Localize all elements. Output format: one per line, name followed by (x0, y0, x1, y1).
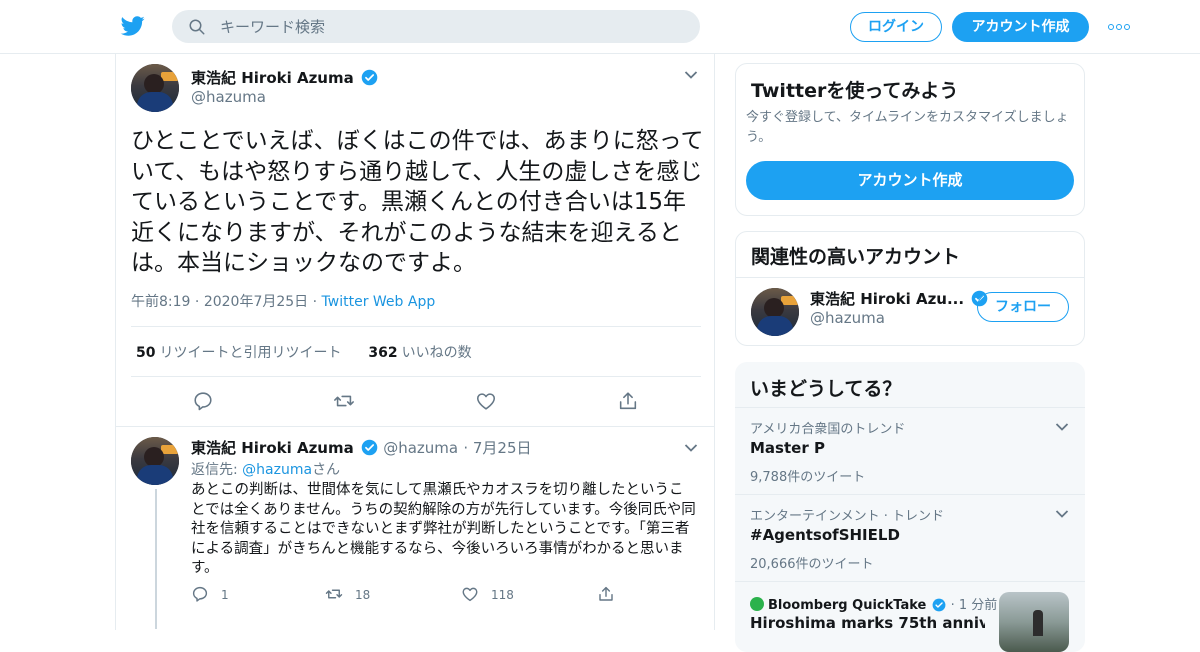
related-account-name-text: 東浩紀 Hiroki Azu... (810, 290, 965, 308)
heart-icon (476, 393, 496, 410)
signup-card: Twitterを使ってみよう 今すぐ登録して、タイムラインをカスタマイズしましょ… (735, 63, 1085, 216)
more-dots-icon[interactable] (1108, 24, 1130, 30)
verified-badge-icon (361, 439, 378, 456)
trend-context: アメリカ合衆国のトレンド (750, 422, 906, 437)
reply-author[interactable]: 東浩紀 Hiroki Azuma @hazuma · 7月25日 (191, 437, 532, 458)
avatar[interactable] (131, 64, 179, 112)
author-name[interactable]: 東浩紀 Hiroki Azuma (191, 69, 354, 87)
reply-date[interactable]: 7月25日 (473, 439, 532, 457)
related-account-handle[interactable]: @hazuma (810, 309, 885, 327)
trend-name: #AgentsofSHIELD (750, 526, 900, 544)
tweet-author[interactable]: 東浩紀 Hiroki Azuma (191, 67, 378, 88)
verified-badge-icon (933, 598, 946, 612)
author-name[interactable]: 東浩紀 Hiroki Azuma (191, 439, 354, 457)
likes-label: いいねの数 (401, 345, 472, 361)
search-box[interactable] (172, 10, 700, 43)
author-handle[interactable]: @hazuma (383, 439, 458, 457)
main-timeline: 東浩紀 Hiroki Azuma @hazuma ひとことでいえば、ぼくはこの件… (115, 54, 715, 630)
reply-like-button[interactable]: 118 (461, 585, 514, 603)
divider (131, 376, 701, 377)
share-button[interactable] (617, 390, 639, 412)
search-input[interactable] (220, 10, 680, 43)
chevron-down-icon[interactable] (1055, 422, 1069, 432)
news-thumbnail (999, 592, 1069, 652)
retweet-count: 18 (355, 588, 371, 602)
retweets-stat[interactable]: 50 リツイートと引用リツイート (136, 345, 341, 361)
signup-card-description: 今すぐ登録して、タイムラインをカスタマイズしましょう。 (746, 110, 1069, 145)
reply-to-suffix: さん (312, 462, 341, 478)
thread-line (155, 489, 157, 629)
retweet-icon (325, 589, 343, 599)
author-handle[interactable]: @hazuma (191, 88, 266, 106)
reply-icon (194, 392, 212, 411)
related-accounts-title: 関連性の高いアカウント (751, 246, 961, 268)
follow-button[interactable]: フォロー (977, 292, 1069, 322)
related-account-name[interactable]: 東浩紀 Hiroki Azu... (810, 288, 988, 309)
retweets-count: 50 (136, 345, 156, 361)
news-source: Bloomberg QuickTake · 1 分前 (750, 594, 997, 613)
retweet-button[interactable] (333, 390, 355, 412)
tweet-source-link[interactable]: Twitter Web App (322, 294, 436, 310)
share-icon (599, 586, 613, 601)
news-item[interactable]: Bloomberg QuickTake · 1 分前 Hiroshima mar… (735, 581, 1085, 652)
chevron-down-icon[interactable] (1055, 509, 1069, 519)
tweet-text: ひとことでいえば、ぼくはこの件では、あまりに怒っていて、もはや怒りすら通り越して… (131, 128, 704, 276)
avatar[interactable] (131, 437, 179, 485)
verified-badge-icon (361, 69, 378, 86)
trends-title: いまどうしてる？ (750, 378, 902, 400)
likes-count: 362 (368, 345, 398, 361)
trend-context: エンターテインメント · トレンド (750, 509, 945, 524)
reply-count: 1 (221, 588, 229, 602)
tweet-meta: 午前8:19 · 2020年7月25日 · Twitter Web App (131, 294, 436, 310)
retweet-icon (334, 395, 354, 407)
trend-item[interactable]: エンターテインメント · トレンド #AgentsofSHIELD 20,666… (735, 494, 1085, 581)
avatar[interactable] (751, 288, 799, 336)
trend-name: Master P (750, 439, 825, 457)
twitter-bird-icon[interactable] (120, 14, 146, 38)
divider (736, 277, 1084, 278)
reply-tweet[interactable]: 東浩紀 Hiroki Azuma @hazuma · 7月25日 返信先: @h… (116, 426, 714, 630)
tweet-date[interactable]: 2020年7月25日 (204, 294, 308, 310)
news-headline: Hiroshima marks 75th anniversary (750, 614, 985, 632)
like-count: 118 (491, 588, 514, 602)
trend-item[interactable]: アメリカ合衆国のトレンド Master P 9,788件のツイート (735, 407, 1085, 494)
chevron-down-icon[interactable] (684, 70, 698, 80)
trend-count: 20,666件のツイート (750, 557, 874, 572)
login-button[interactable]: ログイン (850, 12, 942, 42)
reply-to-prefix: 返信先: (191, 462, 243, 478)
news-source-name: Bloomberg QuickTake (768, 598, 927, 613)
trends-card: いまどうしてる？ アメリカ合衆国のトレンド Master P 9,788件のツイ… (735, 362, 1085, 652)
retweets-label: リツイートと引用リツイート (159, 345, 342, 361)
reply-button[interactable] (192, 390, 214, 412)
top-bar: ログイン アカウント作成 (0, 0, 1200, 54)
signup-card-button[interactable]: アカウント作成 (746, 161, 1074, 200)
share-icon (619, 392, 637, 410)
heart-icon (462, 587, 478, 602)
reply-to-line: 返信先: @hazumaさん (191, 459, 340, 479)
like-button[interactable] (475, 390, 497, 412)
search-icon (189, 19, 205, 35)
signup-card-title: Twitterを使ってみよう (751, 80, 959, 102)
reply-to-handle[interactable]: @hazuma (242, 462, 312, 478)
tweet-time[interactable]: 午前8:19 (131, 294, 190, 310)
reply-icon (192, 586, 208, 602)
reply-share-button[interactable] (597, 585, 627, 603)
trend-count: 9,788件のツイート (750, 470, 866, 485)
tweet-stats: 50 リツイートと引用リツイート 362 いいねの数 (136, 342, 472, 362)
reply-text: あとこの判断は、世間体を気にして黒瀬氏やカオスラを切り離したということでは全くあ… (191, 482, 696, 576)
reply-retweet-button[interactable]: 18 (325, 585, 370, 603)
bloomberg-logo-icon (750, 597, 764, 611)
likes-stat[interactable]: 362 いいねの数 (368, 345, 471, 361)
signup-button[interactable]: アカウント作成 (952, 12, 1089, 42)
chevron-down-icon[interactable] (684, 443, 698, 453)
reply-reply-button[interactable]: 1 (191, 585, 229, 603)
news-time: 1 分前 (958, 598, 998, 613)
divider (131, 326, 701, 327)
related-accounts-card: 関連性の高いアカウント 東浩紀 Hiroki Azu... @hazuma フォ… (735, 231, 1085, 346)
